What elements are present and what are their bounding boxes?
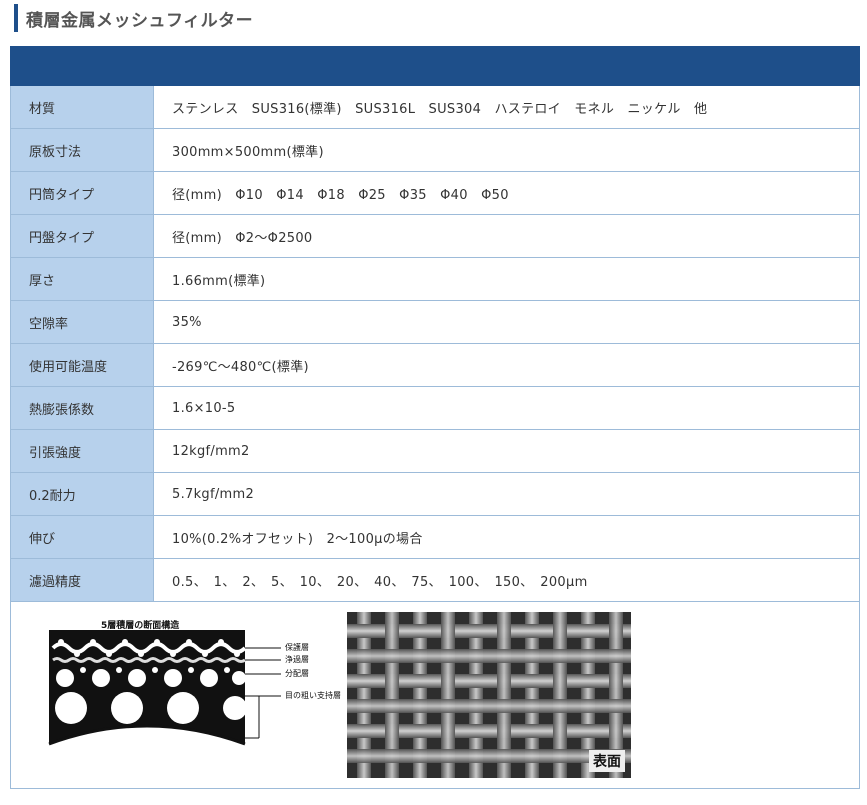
row-label: 0.2耐力 [10,472,154,516]
row-value: -269℃～480℃(標準) [153,343,860,387]
row-value: 0.5、 1、 2、 5、 10、 20、 40、 75、 100、 150、 … [153,558,860,602]
row-value: 径(mm) Φ2～Φ2500 [153,214,860,258]
row-label: 原板寸法 [10,128,154,172]
row-label: 厚さ [10,257,154,301]
callout-filter-layer: 浄過層 [285,655,309,664]
callout-protective-layer: 保護層 [285,643,309,652]
figure-cell: 5層積層の断面構造 保護層 浄過層 分配層 目の粗い支持層 表面 [10,601,860,789]
page-heading: 積層金属メッシュフィルター [14,4,253,32]
row-label: 熱膨張係数 [10,386,154,430]
row-value: ステンレス SUS316(標準) SUS316L SUS304 ハステロイ モネ… [153,85,860,129]
row-value: 1.6×10-5 [153,386,860,430]
row-label: 円盤タイプ [10,214,154,258]
cross-section-diagram: 5層積層の断面構造 保護層 浄過層 分配層 目の粗い支持層 [31,612,347,784]
row-value: 1.66mm(標準) [153,257,860,301]
table-row: 伸び 10%(0.2%オフセット) 2～100μの場合 [10,515,860,559]
row-label: 円筒タイプ [10,171,154,215]
table-row: 円盤タイプ 径(mm) Φ2～Φ2500 [10,214,860,258]
figure-row: 5層積層の断面構造 保護層 浄過層 分配層 目の粗い支持層 表面 [10,601,860,789]
table-header-row [10,46,860,86]
table-row: 原板寸法 300mm×500mm(標準) [10,128,860,172]
row-label: 使用可能温度 [10,343,154,387]
table-row: 空隙率 35% [10,300,860,344]
table-row: 使用可能温度 -269℃～480℃(標準) [10,343,860,387]
table-header-cell-label [10,46,154,86]
spec-table: 材質 ステンレス SUS316(標準) SUS316L SUS304 ハステロイ… [10,46,860,789]
diagram-title: 5層積層の断面構造 [101,621,180,631]
table-row: 円筒タイプ 径(mm) Φ10 Φ14 Φ18 Φ25 Φ35 Φ40 Φ50 [10,171,860,215]
mesh-surface-photo: 表面 [347,612,631,778]
row-label: 濾過精度 [10,558,154,602]
row-value: 35% [153,300,860,344]
row-value: 径(mm) Φ10 Φ14 Φ18 Φ25 Φ35 Φ40 Φ50 [153,171,860,215]
row-value: 12kgf/mm2 [153,429,860,473]
callout-support-layer: 目の粗い支持層 [285,691,341,700]
table-row: 引張強度 12kgf/mm2 [10,429,860,473]
table-row: 濾過精度 0.5、 1、 2、 5、 10、 20、 40、 75、 100、 … [10,558,860,602]
row-value: 5.7kgf/mm2 [153,472,860,516]
table-row: 0.2耐力 5.7kgf/mm2 [10,472,860,516]
table-header-cell-value [153,46,860,86]
row-label: 空隙率 [10,300,154,344]
row-label: 引張強度 [10,429,154,473]
table-row: 熱膨張係数 1.6×10-5 [10,386,860,430]
row-label: 伸び [10,515,154,559]
callout-distribution-layer: 分配層 [285,669,309,678]
page-title: 積層金属メッシュフィルター [26,10,254,31]
table-row: 厚さ 1.66mm(標準) [10,257,860,301]
photo-label: 表面 [589,750,625,772]
row-value: 300mm×500mm(標準) [153,128,860,172]
row-value: 10%(0.2%オフセット) 2～100μの場合 [153,515,860,559]
row-label: 材質 [10,85,154,129]
heading-accent-bar [14,4,18,32]
table-row: 材質 ステンレス SUS316(標準) SUS316L SUS304 ハステロイ… [10,85,860,129]
